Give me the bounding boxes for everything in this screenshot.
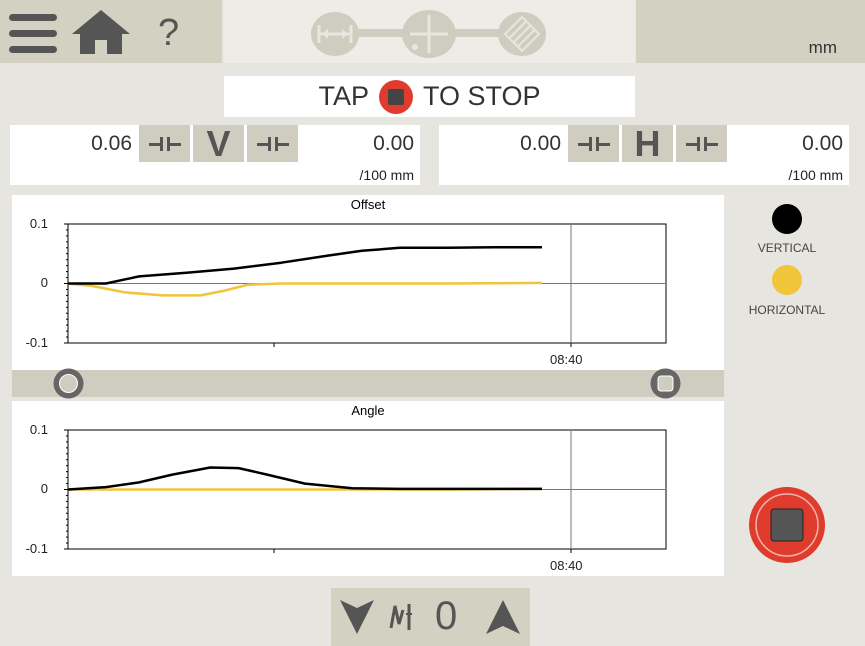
angle-chart: Angle 0.1 0 -0.1 08:40 bbox=[12, 401, 724, 576]
center-step-icon[interactable] bbox=[401, 9, 457, 59]
filter-icon[interactable] bbox=[389, 602, 415, 632]
banner-text-before: TAP bbox=[318, 81, 369, 111]
horizontal-axis-button[interactable]: H bbox=[622, 123, 673, 164]
hamburger-menu-icon[interactable] bbox=[9, 14, 57, 54]
horizontal-left-shim-button[interactable] bbox=[568, 125, 619, 162]
y-tick-label: -0.1 bbox=[25, 335, 48, 350]
range-start-handle[interactable] bbox=[53, 368, 84, 399]
vertical-right-shim-button[interactable] bbox=[247, 125, 298, 162]
measure-step-icon[interactable] bbox=[497, 11, 547, 57]
vertical-legend-label: VERTICAL bbox=[757, 241, 817, 255]
tap-to-stop-banner[interactable]: TAP TO STOP bbox=[224, 76, 635, 117]
units-label: mm bbox=[808, 38, 837, 57]
workflow-steps bbox=[224, 0, 635, 63]
bottom-toolbar: 0 bbox=[331, 588, 530, 646]
horizontal-panel: 0.00 H 0.00 /100 mm bbox=[439, 123, 849, 185]
home-icon[interactable] bbox=[70, 8, 132, 56]
series-line bbox=[67, 466, 542, 491]
vertical-left-value: 0.06 bbox=[91, 132, 132, 155]
stop-icon[interactable] bbox=[378, 79, 413, 114]
series-line bbox=[67, 281, 543, 297]
help-icon[interactable]: ? bbox=[158, 12, 179, 55]
x-tick-label: 08:40 bbox=[550, 352, 583, 367]
sample-count: 0 bbox=[435, 594, 458, 638]
y-tick-label: -0.1 bbox=[25, 541, 48, 556]
app-window: ? mm TAP TO STOP 0.06 V 0.00 /100 mm 0.0… bbox=[0, 0, 865, 646]
horizontal-unit: /100 mm bbox=[788, 167, 843, 183]
vertical-unit: /100 mm bbox=[359, 167, 414, 183]
vertical-legend-dot bbox=[772, 204, 802, 234]
series-line bbox=[68, 245, 542, 285]
arrow-up-icon[interactable] bbox=[486, 598, 520, 636]
vertical-right-value: 0.00 bbox=[373, 132, 414, 155]
time-range-scrubber[interactable] bbox=[12, 368, 724, 399]
arrow-down-icon[interactable] bbox=[340, 598, 374, 636]
top-toolbar-left: ? bbox=[0, 0, 222, 63]
top-toolbar-right: mm bbox=[636, 0, 865, 63]
vertical-axis-button[interactable]: V bbox=[193, 123, 244, 164]
horizontal-left-value: 0.00 bbox=[520, 132, 561, 155]
stop-recording-button[interactable] bbox=[748, 486, 826, 564]
y-tick-label: 0 bbox=[40, 275, 48, 290]
banner-text-after: TO STOP bbox=[422, 81, 541, 111]
vertical-left-shim-button[interactable] bbox=[139, 125, 190, 162]
vertical-panel: 0.06 V 0.00 /100 mm bbox=[10, 123, 420, 185]
horizontal-legend-label: HORIZONTAL bbox=[748, 303, 826, 317]
distance-step-icon[interactable] bbox=[310, 11, 360, 57]
x-tick-label: 08:40 bbox=[550, 558, 583, 573]
offset-chart: Offset 0.1 0 -0.1 08:40 bbox=[12, 195, 724, 370]
horizontal-right-value: 0.00 bbox=[802, 132, 843, 155]
y-tick-label: 0.1 bbox=[29, 216, 48, 231]
range-end-handle[interactable] bbox=[650, 368, 681, 399]
horizontal-right-shim-button[interactable] bbox=[676, 125, 727, 162]
y-tick-label: 0.1 bbox=[29, 422, 48, 437]
y-tick-label: 0 bbox=[40, 481, 48, 496]
angle-plot bbox=[64, 429, 667, 553]
offset-plot bbox=[64, 223, 667, 347]
horizontal-legend-dot bbox=[772, 265, 802, 295]
